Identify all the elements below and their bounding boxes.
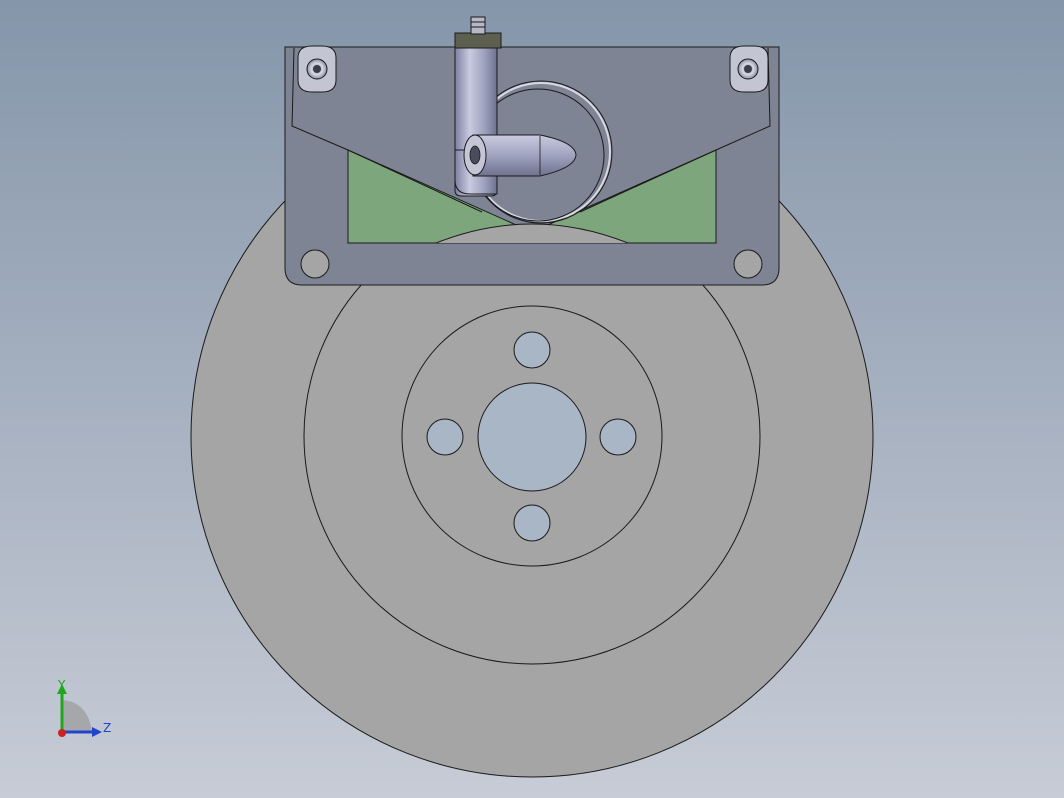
bracket-hole-bottom-right[interactable] — [733, 249, 763, 279]
bracket-hole-bottom-left[interactable] — [300, 249, 330, 279]
rotor-center-bore[interactable] — [477, 382, 587, 492]
orientation-triad[interactable]: Y Z — [40, 672, 130, 752]
rotor-bolt-hole-top[interactable] — [513, 331, 551, 369]
nozzle-bore — [469, 145, 481, 165]
mount-bolt-top-left[interactable] — [297, 45, 337, 93]
rotor-bolt-hole-right[interactable] — [599, 418, 637, 456]
rotor-bolt-hole-left[interactable] — [426, 418, 464, 456]
y-axis-label: Y — [58, 678, 66, 692]
rotor-bolt-hole-bottom[interactable] — [513, 504, 551, 542]
bleeder-tip[interactable] — [470, 16, 486, 35]
bleeder-hex[interactable] — [454, 32, 502, 49]
z-axis-arrow-icon — [92, 727, 102, 737]
triad-plane-arc — [62, 700, 92, 732]
triad-origin-icon — [58, 729, 66, 737]
graphics-viewport[interactable]: Y Z — [0, 0, 1064, 798]
z-axis-label: Z — [103, 721, 112, 735]
cad-model-view[interactable] — [0, 0, 1064, 798]
fitting-horizontal-nozzle[interactable] — [472, 134, 577, 177]
mount-bolt-top-right[interactable] — [729, 45, 769, 93]
